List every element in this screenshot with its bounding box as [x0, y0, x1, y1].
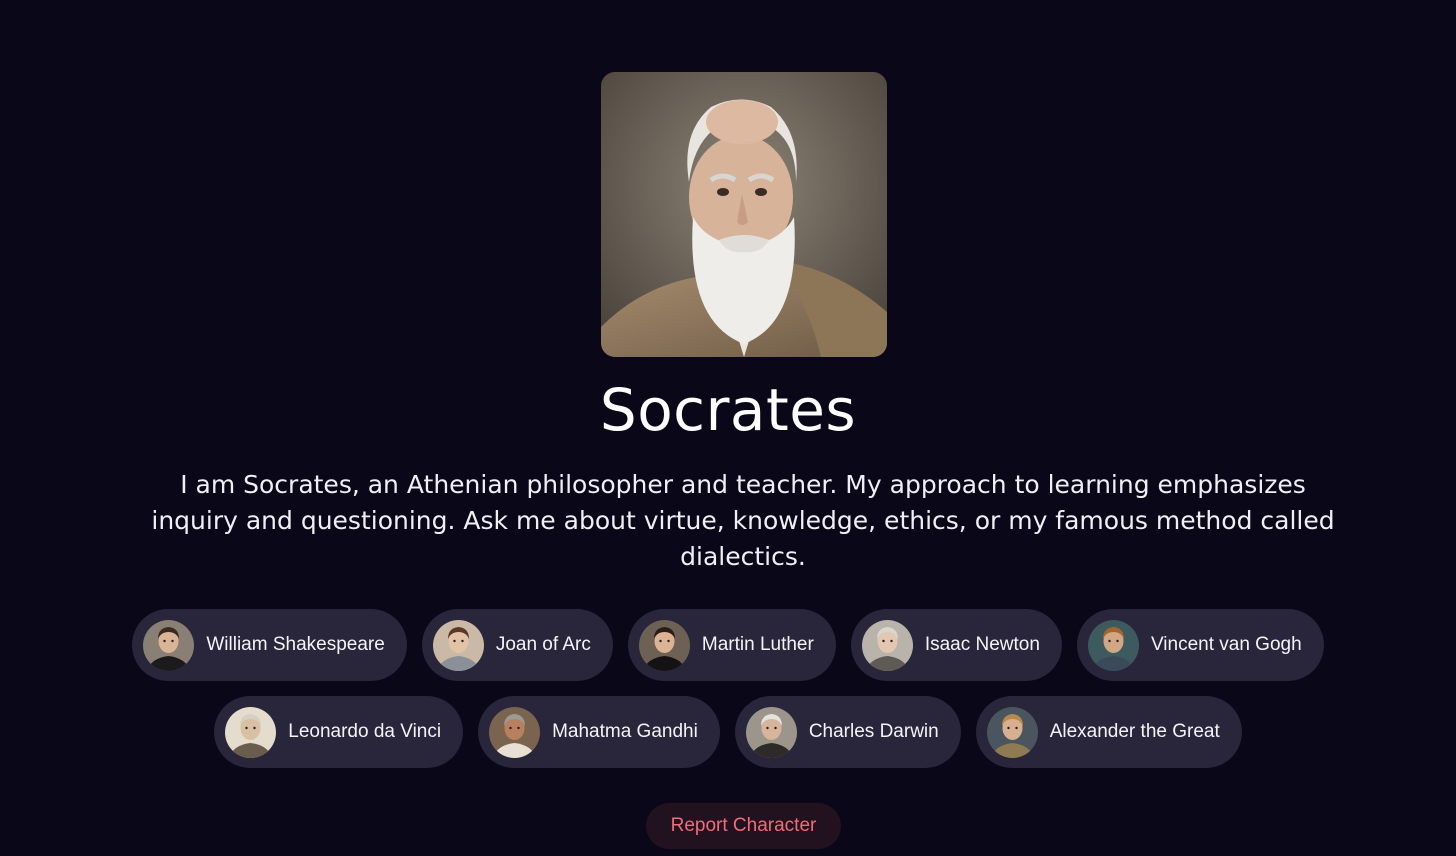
chip-label: Vincent van Gogh	[1150, 634, 1302, 655]
chip-label: Charles Darwin	[808, 721, 939, 742]
avatar	[1087, 619, 1139, 671]
character-chip-martin-luther[interactable]: Martin Luther	[627, 609, 836, 681]
character-name: Socrates	[599, 376, 857, 444]
joan-of-arc-avatar-icon	[432, 619, 484, 671]
character-bio: I am Socrates, an Athenian philosopher a…	[151, 470, 1335, 571]
avatar	[432, 619, 484, 671]
chip-label: Mahatma Gandhi	[552, 721, 698, 742]
character-chip-mahatma-gandhi[interactable]: Mahatma Gandhi	[478, 696, 720, 768]
chip-label: Martin Luther	[701, 634, 814, 655]
character-chip-alexander-the-great[interactable]: Alexander the Great	[975, 696, 1242, 768]
chip-label: Isaac Newton	[924, 634, 1040, 655]
chip-label: Leonardo da Vinci	[288, 721, 442, 742]
chip-label: Alexander the Great	[1049, 721, 1220, 742]
vincent-van-gogh-avatar-icon	[1087, 619, 1139, 671]
report-character-button[interactable]: Report Character	[646, 803, 841, 849]
leonardo-da-vinci-avatar-icon	[225, 706, 277, 758]
isaac-newton-avatar-icon	[861, 619, 913, 671]
martin-luther-avatar-icon	[638, 619, 690, 671]
avatar	[143, 619, 195, 671]
avatar	[745, 706, 797, 758]
socrates-portrait-icon	[601, 72, 887, 357]
character-chip-william-shakespeare[interactable]: William Shakespeare	[132, 609, 407, 681]
character-chip-charles-darwin[interactable]: Charles Darwin	[734, 696, 961, 768]
character-page: Socrates I am Socrates, an Athenian phil…	[0, 0, 1456, 856]
character-portrait	[601, 72, 887, 357]
charles-darwin-avatar-icon	[745, 706, 797, 758]
chip-label: William Shakespeare	[206, 634, 385, 655]
alexander-the-great-avatar-icon	[986, 706, 1038, 758]
avatar	[986, 706, 1038, 758]
character-chip-vincent-van-gogh[interactable]: Vincent van Gogh	[1076, 609, 1324, 681]
chip-label: Joan of Arc	[495, 634, 591, 655]
character-chip-joan-of-arc[interactable]: Joan of Arc	[421, 609, 613, 681]
chip-row: Leonardo da Vinci Mahatma Gandhi Charles D…	[214, 696, 1242, 768]
william-shakespeare-avatar-icon	[143, 619, 195, 671]
avatar	[638, 619, 690, 671]
character-chip-isaac-newton[interactable]: Isaac Newton	[850, 609, 1062, 681]
avatar	[225, 706, 277, 758]
avatar	[489, 706, 541, 758]
chip-row: William Shakespeare Joan of Arc Martin Lut…	[132, 609, 1324, 681]
avatar	[861, 619, 913, 671]
mahatma-gandhi-avatar-icon	[489, 706, 541, 758]
suggested-characters: William Shakespeare Joan of Arc Martin Lut…	[0, 609, 1456, 768]
character-chip-leonardo-da-vinci[interactable]: Leonardo da Vinci	[214, 696, 464, 768]
